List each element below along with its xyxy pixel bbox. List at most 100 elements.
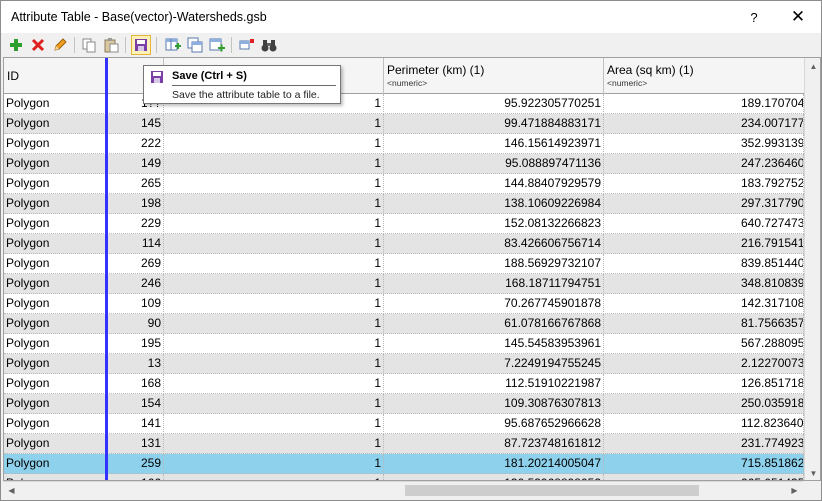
- cell-id[interactable]: Polygon: [4, 154, 106, 173]
- cell-perimeter[interactable]: 61.078166767868: [384, 314, 604, 333]
- cell-number[interactable]: 265: [108, 174, 164, 193]
- cell-number[interactable]: 195: [108, 334, 164, 353]
- cell-perimeter[interactable]: 83.426606756714: [384, 234, 604, 253]
- copy-column-button[interactable]: [185, 35, 205, 55]
- cell-id[interactable]: Polygon: [4, 114, 106, 133]
- column-drag-indicator[interactable]: [105, 58, 108, 480]
- attribute-grid[interactable]: ID Perimeter (km) (1) <numeric> Area (sq…: [3, 57, 821, 481]
- cell-area[interactable]: 250.03591804: [604, 394, 804, 413]
- cell-count[interactable]: 1: [164, 314, 384, 333]
- cell-area[interactable]: 126.85171813: [604, 374, 804, 393]
- cell-count[interactable]: 1: [164, 114, 384, 133]
- table-row[interactable]: Polygon2691188.56929732107839.85144010: [4, 254, 804, 274]
- cell-area[interactable]: 265.05143556: [604, 474, 804, 480]
- cell-id[interactable]: Polygon: [4, 394, 106, 413]
- table-row[interactable]: Polygon1951145.54583953961567.28809540: [4, 334, 804, 354]
- cell-area[interactable]: 348.81083974: [604, 274, 804, 293]
- edit-button[interactable]: [50, 35, 70, 55]
- cell-perimeter[interactable]: 152.08132266823: [384, 214, 604, 233]
- vertical-scrollbar[interactable]: ▲ ▼: [804, 58, 820, 480]
- cell-area[interactable]: 640.72747347: [604, 214, 804, 233]
- cell-number[interactable]: 90: [108, 314, 164, 333]
- cell-area[interactable]: 352.99313912: [604, 134, 804, 153]
- add-record-button[interactable]: [6, 35, 26, 55]
- horizontal-scrollbar[interactable]: ◀ ▶: [3, 481, 803, 498]
- cell-count[interactable]: 1: [164, 354, 384, 373]
- cell-number[interactable]: 145: [108, 114, 164, 133]
- cell-id[interactable]: Polygon: [4, 314, 106, 333]
- horizontal-scroll-thumb[interactable]: [405, 485, 699, 496]
- copy-button[interactable]: [79, 35, 99, 55]
- cell-perimeter[interactable]: 112.51910221987: [384, 374, 604, 393]
- table-row[interactable]: Polygon149195.088897471136247.23646077: [4, 154, 804, 174]
- table-row[interactable]: Polygon2651144.88407929579183.79275294: [4, 174, 804, 194]
- cell-id[interactable]: Polygon: [4, 474, 106, 480]
- cell-area[interactable]: 2.1227007376: [604, 354, 804, 373]
- cell-number[interactable]: 13: [108, 354, 164, 373]
- cell-id[interactable]: Polygon: [4, 234, 106, 253]
- close-button[interactable]: ✕: [778, 1, 818, 33]
- cell-perimeter[interactable]: 181.20214005047: [384, 454, 604, 473]
- table-row[interactable]: Polygon1661130.53968898052265.05143556: [4, 474, 804, 480]
- table-row[interactable]: Polygon1981138.10609226984297.31779017: [4, 194, 804, 214]
- find-button[interactable]: [259, 35, 279, 55]
- add-column-button[interactable]: [163, 35, 183, 55]
- save-button[interactable]: [131, 35, 151, 55]
- cell-number[interactable]: 229: [108, 214, 164, 233]
- cell-count[interactable]: 1: [164, 194, 384, 213]
- cell-perimeter[interactable]: 146.15614923971: [384, 134, 604, 153]
- cell-number[interactable]: 246: [108, 274, 164, 293]
- cell-perimeter[interactable]: 188.56929732107: [384, 254, 604, 273]
- scroll-left-arrow-icon[interactable]: ◀: [3, 482, 20, 499]
- table-row[interactable]: Polygon1681112.51910221987126.85171813: [4, 374, 804, 394]
- cell-number[interactable]: 259: [108, 454, 164, 473]
- cell-area[interactable]: 231.77492345: [604, 434, 804, 453]
- cell-number[interactable]: 154: [108, 394, 164, 413]
- cell-count[interactable]: 1: [164, 134, 384, 153]
- cell-perimeter[interactable]: 87.723748161812: [384, 434, 604, 453]
- cell-number[interactable]: 166: [108, 474, 164, 480]
- cell-number[interactable]: 198: [108, 194, 164, 213]
- cell-area[interactable]: 216.7915410: [604, 234, 804, 253]
- help-button[interactable]: ?: [734, 1, 774, 33]
- scroll-down-arrow-icon[interactable]: ▼: [805, 465, 820, 480]
- table-row[interactable]: Polygon109170.267745901878142.31710826: [4, 294, 804, 314]
- cell-perimeter[interactable]: 7.2249194755245: [384, 354, 604, 373]
- table-row[interactable]: Polygon2461168.18711794751348.81083974: [4, 274, 804, 294]
- cell-id[interactable]: Polygon: [4, 354, 106, 373]
- scroll-up-arrow-icon[interactable]: ▲: [805, 58, 820, 75]
- table-row[interactable]: Polygon2221146.15614923971352.99313912: [4, 134, 804, 154]
- table-row[interactable]: Polygon90161.07816676786881.756635759: [4, 314, 804, 334]
- cell-id[interactable]: Polygon: [4, 434, 106, 453]
- cell-area[interactable]: 183.79275294: [604, 174, 804, 193]
- cell-number[interactable]: 168: [108, 374, 164, 393]
- cell-number[interactable]: 131: [108, 434, 164, 453]
- cell-number[interactable]: 114: [108, 234, 164, 253]
- cell-id[interactable]: Polygon: [4, 334, 106, 353]
- insert-column-button[interactable]: [207, 35, 227, 55]
- cell-count[interactable]: 1: [164, 294, 384, 313]
- table-row[interactable]: Polygon1317.22491947552452.1227007376: [4, 354, 804, 374]
- cell-id[interactable]: Polygon: [4, 294, 106, 313]
- cell-area[interactable]: 189.17070492: [604, 94, 804, 113]
- cell-count[interactable]: 1: [164, 234, 384, 253]
- cell-area[interactable]: 839.85144010: [604, 254, 804, 273]
- table-row[interactable]: Polygon114183.426606756714216.7915410: [4, 234, 804, 254]
- cell-id[interactable]: Polygon: [4, 174, 106, 193]
- cell-perimeter[interactable]: 145.54583953961: [384, 334, 604, 353]
- cell-id[interactable]: Polygon: [4, 194, 106, 213]
- column-header-perimeter[interactable]: Perimeter (km) (1) <numeric>: [384, 58, 604, 94]
- table-row[interactable]: Polygon1541109.30876307813250.03591804: [4, 394, 804, 414]
- cell-count[interactable]: 1: [164, 334, 384, 353]
- cell-perimeter[interactable]: 99.471884883171: [384, 114, 604, 133]
- cell-number[interactable]: 222: [108, 134, 164, 153]
- cell-count[interactable]: 1: [164, 214, 384, 233]
- scroll-right-arrow-icon[interactable]: ▶: [786, 482, 803, 499]
- cell-area[interactable]: 142.31710826: [604, 294, 804, 313]
- cell-perimeter[interactable]: 70.267745901878: [384, 294, 604, 313]
- cell-count[interactable]: 1: [164, 254, 384, 273]
- table-row[interactable]: Polygon2291152.08132266823640.72747347: [4, 214, 804, 234]
- cell-count[interactable]: 1: [164, 414, 384, 433]
- cell-area[interactable]: 715.85186229: [604, 454, 804, 473]
- cell-number[interactable]: 269: [108, 254, 164, 273]
